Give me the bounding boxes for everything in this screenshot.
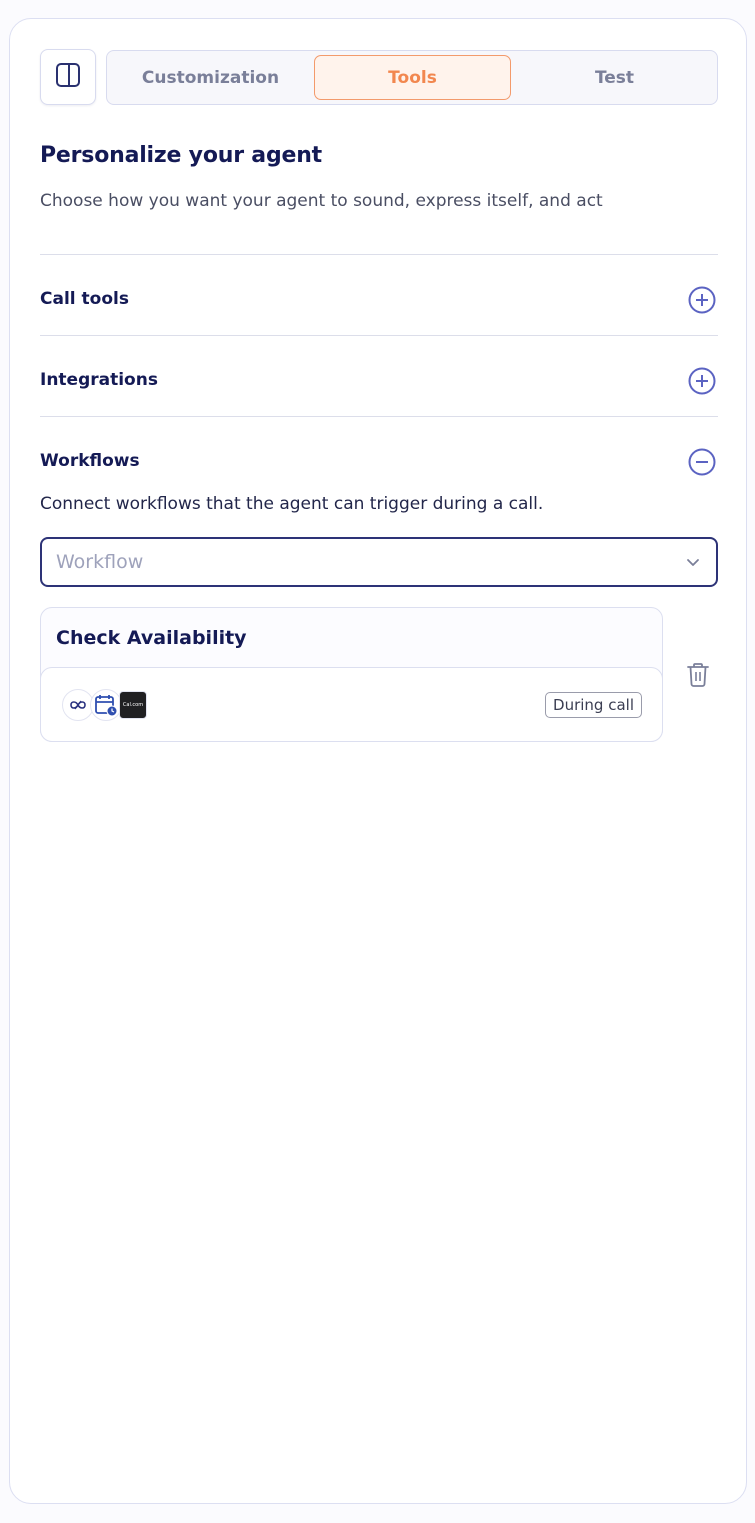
section-title-call-tools[interactable]: Call tools [40,289,129,309]
workflow-select-placeholder: Workflow [56,551,144,573]
agent-settings-panel: Customization Tools Test Personalize you… [9,18,747,1504]
tab-bar: Customization Tools Test [106,50,718,105]
page-title: Personalize your agent [40,143,322,168]
cal-com-logo-icon: Cal.com [119,691,147,719]
workflow-app-icons: Cal.com [62,689,162,721]
divider [40,335,718,336]
calendar-clock-icon [90,689,122,721]
panel-toggle-icon [55,62,81,92]
chevron-down-icon [684,553,702,571]
sidebar-toggle-button[interactable] [40,49,96,105]
plus-circle-icon[interactable] [688,367,716,395]
section-title-workflows[interactable]: Workflows [40,451,140,471]
tab-test[interactable]: Test [516,55,713,100]
tab-customization[interactable]: Customization [112,55,309,100]
section-title-integrations[interactable]: Integrations [40,370,158,390]
workflow-select[interactable]: Workflow [40,537,718,587]
cal-com-logo-text: Cal.com [122,702,144,708]
divider [40,416,718,417]
workflow-name: Check Availability [56,627,247,649]
minus-circle-icon[interactable] [688,448,716,476]
tab-tools[interactable]: Tools [314,55,511,100]
divider [40,254,718,255]
workflows-description: Connect workflows that the agent can tri… [40,494,544,514]
plus-circle-icon[interactable] [688,286,716,314]
page-subtitle: Choose how you want your agent to sound,… [40,191,603,211]
top-bar: Customization Tools Test [40,49,718,105]
workflow-card[interactable]: Check Availability Cal.com During call [40,607,663,742]
trigger-badge: During call [545,692,642,718]
trash-icon[interactable] [686,662,710,688]
workflow-card-details: Cal.com During call [40,667,663,742]
